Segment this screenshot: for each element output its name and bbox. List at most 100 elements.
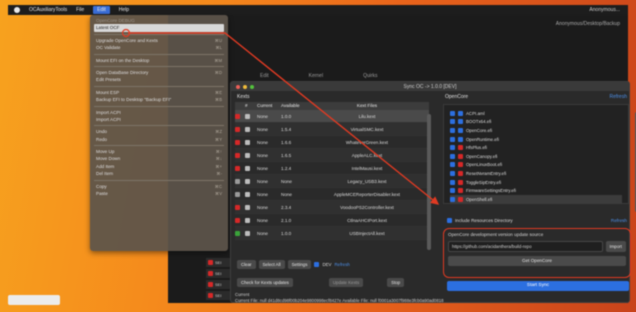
bg-tab-quirks[interactable]: Quirks: [363, 73, 377, 81]
table-row[interactable]: None 2.1.0 CtlnaAHCIPort.kext: [235, 214, 429, 227]
menu-item[interactable]: Import ACPI: [94, 109, 224, 116]
include-refresh-link[interactable]: Refresh: [611, 218, 627, 223]
table-row[interactable]: None None AppleMCEReporterDisabler.kext: [235, 188, 429, 201]
table-row[interactable]: None 2.3.4 VoodooPS2Controller.kext: [235, 201, 429, 214]
menu-item-label: Mount ESP: [96, 89, 120, 95]
table-row[interactable]: None 1.5.4 VirtualSMC.kext: [235, 123, 429, 136]
item-checkbox[interactable]: [450, 145, 455, 151]
menu-item[interactable]: Del Item ⌘-: [94, 170, 224, 177]
table-row[interactable]: None 1.0.0 USBInjectAll.kext: [235, 227, 429, 240]
table-row[interactable]: None 1.6.5 AppleALC.kext: [235, 149, 429, 162]
side-row[interactable]: SEI: [206, 280, 230, 289]
item-checkbox[interactable]: [450, 110, 455, 116]
item-checkbox[interactable]: [450, 170, 455, 176]
list-item[interactable]: FirmwareSettingsEntry.efi: [450, 186, 622, 195]
menu-item[interactable]: Move Up ⌘↑: [94, 148, 224, 155]
list-item[interactable]: OpenCore.efi: [450, 126, 622, 135]
table-row[interactable]: None None Legacy_USB3.kext: [235, 175, 429, 188]
row-checkbox[interactable]: [245, 192, 250, 197]
select-all-button[interactable]: Select All: [258, 259, 285, 269]
list-item[interactable]: ACPI.aml: [450, 109, 622, 118]
menu-item[interactable]: Upgrade OpenCore and Kexts ⌘U: [94, 37, 224, 44]
cell-current: None: [257, 114, 268, 119]
row-checkbox[interactable]: [245, 218, 250, 223]
opencore-refresh-link[interactable]: Refresh: [609, 94, 627, 102]
menu-item[interactable]: Add Item ⌘+: [94, 163, 224, 170]
refresh-link[interactable]: Refresh: [334, 262, 349, 267]
bg-tab-kernel[interactable]: Kernel: [309, 73, 323, 81]
stop-button[interactable]: Stop: [387, 277, 405, 287]
table-row[interactable]: None 1.2.4 IntelMausi.kext: [235, 162, 429, 175]
menu-item[interactable]: Mount EFI on the Desktop ⌘M: [94, 57, 224, 64]
kexts-scrollbar[interactable]: [427, 114, 431, 250]
update-source-url-input[interactable]: https://github.com/acidanthera/build-rep…: [448, 241, 603, 252]
menu-item[interactable]: Redo ⌘Y: [94, 136, 224, 143]
list-item[interactable]: OpenShell.efi: [450, 194, 622, 204]
menu-item[interactable]: Mount ESP ⌘E: [94, 89, 224, 96]
menu-file[interactable]: File: [76, 7, 84, 13]
menu-item[interactable]: Open DataBase Directory ⌘D: [94, 69, 224, 76]
list-item[interactable]: OpenCanopy.efi: [450, 152, 622, 161]
menu-item[interactable]: Copy ⌘C: [94, 183, 224, 190]
side-row[interactable]: SEI: [206, 258, 230, 267]
bg-tab-edit[interactable]: Edit: [260, 73, 269, 81]
include-resources-checkbox[interactable]: [447, 217, 452, 223]
row-checkbox[interactable]: [245, 205, 250, 210]
list-item[interactable]: ToggleSipEntry.efi: [450, 178, 622, 187]
item-checkbox[interactable]: [450, 179, 455, 185]
apple-icon[interactable]: [14, 7, 20, 13]
row-checkbox[interactable]: [245, 179, 250, 184]
menu-app-name[interactable]: OCAuxiliaryTools: [29, 7, 67, 13]
item-checkbox[interactable]: [450, 196, 455, 202]
row-checkbox[interactable]: [245, 231, 250, 236]
list-item[interactable]: OpenLinuxBoot.efi: [450, 161, 622, 170]
menu-item[interactable]: Edit Presets: [94, 76, 224, 83]
list-item[interactable]: OpenRuntime.efi: [450, 135, 622, 144]
menu-item-shortcut: ⌘U: [214, 37, 222, 43]
menu-item[interactable]: OC Validate ⌘L: [94, 44, 224, 51]
menu-item[interactable]: Move Down ⌘↓: [94, 155, 224, 162]
import-button[interactable]: Import: [605, 241, 626, 252]
update-kexts-button[interactable]: Update Kexts: [328, 277, 364, 287]
menu-item[interactable]: Undo ⌘Z: [94, 128, 224, 135]
menu-item[interactable]: Import ACPI: [94, 116, 224, 123]
cell-current: None: [257, 205, 268, 210]
side-row[interactable]: SEI: [206, 269, 230, 278]
list-item[interactable]: HfsPlus.efi: [450, 143, 622, 152]
item-checkbox[interactable]: [450, 127, 455, 133]
table-row[interactable]: None 1.6.6 WhateverGreen.kext: [235, 136, 429, 149]
row-checkbox[interactable]: [245, 114, 250, 119]
row-checkbox[interactable]: [245, 127, 250, 132]
include-resources-label: Include Resources Directory: [455, 217, 513, 223]
list-item[interactable]: BOOTx64.efi: [450, 118, 622, 127]
menu-help[interactable]: Help: [119, 7, 129, 13]
menu-item[interactable]: Backup EFI to Desktop "Backup EFI" ⌘B: [94, 96, 224, 103]
item-checkbox[interactable]: [450, 162, 455, 168]
menu-separator: [94, 125, 224, 127]
item-checkbox[interactable]: [450, 119, 455, 125]
row-checkbox[interactable]: [245, 153, 250, 158]
cell-available: 1.5.4: [281, 127, 292, 132]
clear-button[interactable]: Clear: [237, 259, 256, 269]
table-row[interactable]: None 1.0.0 Lilu.kext: [235, 110, 429, 123]
menu-item[interactable]: Paste ⌘V: [94, 190, 224, 197]
settings-button[interactable]: Settings: [287, 259, 312, 269]
get-opencore-button[interactable]: Get OpenCore: [448, 256, 626, 266]
row-checkbox[interactable]: [245, 166, 250, 171]
side-row[interactable]: SEI: [206, 291, 230, 300]
start-sync-button[interactable]: Start Sync: [447, 281, 629, 291]
item-checkbox[interactable]: [450, 136, 455, 142]
cell-available: 1.6.5: [281, 153, 292, 158]
dev-checkbox[interactable]: [314, 261, 320, 267]
col-number: #: [245, 103, 248, 108]
item-checkbox[interactable]: [450, 188, 455, 194]
item-checkbox[interactable]: [450, 153, 455, 159]
menu-item[interactable]: OpenCore DEBUG: [94, 17, 224, 24]
menu-item[interactable]: Latest OCF: [94, 24, 224, 32]
row-checkbox[interactable]: [245, 140, 250, 145]
list-item[interactable]: ResetNvramEntry.efi: [450, 169, 622, 178]
cell-current: None: [257, 231, 268, 236]
background-window-title: Anonymous/Desktop/Backup: [555, 21, 620, 27]
check-kexts-button[interactable]: Check for Kexts updates: [237, 277, 293, 287]
menu-edit[interactable]: Edit: [93, 6, 110, 14]
